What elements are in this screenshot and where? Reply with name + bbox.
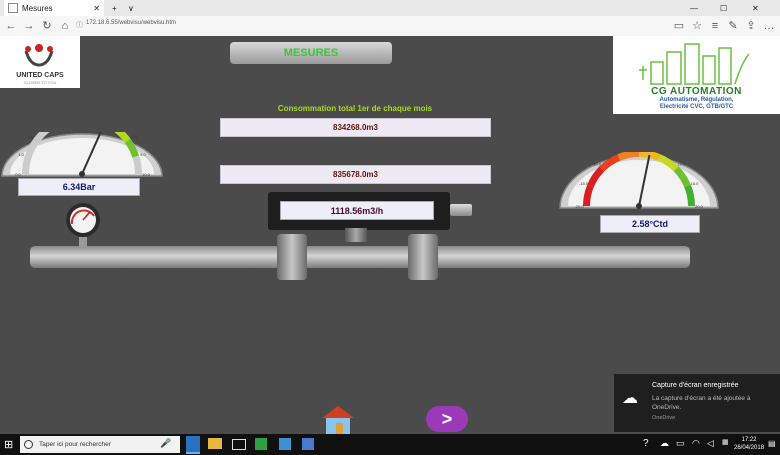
page-title: MESURES: [230, 42, 392, 64]
home-button-icon[interactable]: [318, 404, 358, 434]
pressure-gauge: 0.01.02.03.04.05.06.07.08.09.010.0: [1, 132, 163, 177]
share-icon[interactable]: ⇪: [744, 19, 758, 33]
app-icon[interactable]: [302, 438, 314, 450]
notes-icon[interactable]: ✎: [726, 19, 740, 33]
home-icon[interactable]: ⌂: [58, 19, 72, 33]
gauge-tick-label: 5.0: [659, 152, 665, 154]
taskbar-clock[interactable]: 17:22 26/04/2018: [734, 436, 764, 452]
tab-mesures[interactable]: Mesures ✕: [4, 0, 104, 16]
right-logo-line1: Automatisme, Régulation,: [659, 97, 734, 103]
onedrive-tray-icon[interactable]: ☁: [660, 438, 669, 449]
microphone-icon[interactable]: 🎤: [160, 438, 171, 449]
gauge-tick-label: 10.0: [142, 172, 151, 177]
file-explorer-icon[interactable]: [208, 438, 222, 449]
consumption-label: Consommation total 1er de chaque mois: [277, 104, 433, 113]
gauge-tick-label: 9.0: [140, 152, 146, 157]
browser-tab-bar: Mesures ✕ + ∨ — ☐ ✕: [0, 0, 780, 16]
flow-meter-connector: [450, 204, 472, 216]
right-logo-name: CG AUTOMATION: [651, 86, 742, 97]
gauge-tick-label: 1.0: [18, 152, 24, 157]
mail-icon[interactable]: [232, 439, 246, 450]
flange-left: [277, 234, 307, 280]
volume-icon[interactable]: ◁: [707, 438, 714, 449]
notification-source: OneDrive: [652, 415, 676, 421]
close-button[interactable]: ✕: [752, 0, 759, 16]
next-page-button[interactable]: >: [426, 406, 468, 432]
notification-body: La capture d'écran a été ajoutée à OneDr…: [652, 395, 751, 411]
gauge-tick-label: 10.0: [678, 162, 687, 167]
taskbar-search-box[interactable]: Taper ici pour rechercher: [20, 436, 180, 453]
taskbar: ⊞ Taper ici pour rechercher 🎤 ? ☁ ▭ ◠ ◁ …: [0, 434, 780, 455]
temperature-value: 2.58°Ctd: [600, 215, 700, 233]
info-icon: ⓘ: [76, 22, 83, 29]
url-field[interactable]: 172.18.6.55/webvisu/webvisu.htm: [86, 20, 176, 26]
gauge-tick-label: 0.0: [15, 172, 21, 177]
clock-date: 26/04/2018: [734, 445, 765, 451]
cloud-icon: ☁: [622, 390, 638, 407]
gauge-tick-label: 20.0: [695, 204, 704, 209]
tab-title: Mesures: [22, 3, 53, 13]
pipe: [30, 246, 690, 268]
pressure-value: 6.34Bar: [18, 178, 140, 196]
more-icon[interactable]: …: [762, 19, 776, 33]
new-tab-button[interactable]: +: [112, 0, 117, 16]
search-placeholder: Taper ici pour rechercher: [39, 441, 111, 448]
minimize-button[interactable]: —: [690, 0, 698, 16]
flow-value: 1118.56m3/h: [280, 201, 434, 220]
gauge-tick-label: -15.0: [579, 181, 589, 186]
tab-close-icon[interactable]: ✕: [93, 4, 100, 13]
address-bar: ← → ↻ ⌂ ⓘ 172.18.6.55/webvisu/webvisu.ht…: [0, 16, 780, 37]
right-logo-line2: Electricité CVC, GTB/GTC: [659, 104, 734, 110]
keyboard-layout-icon[interactable]: ▦: [722, 438, 729, 446]
gauge-tick-label: 2.0: [27, 134, 33, 139]
temperature-gauge: -20.0-15.0-10.0-5.00.05.010.015.020.0: [559, 152, 719, 209]
gauge-tick-label: -5.0: [613, 152, 621, 154]
excel-icon[interactable]: [255, 438, 267, 450]
favorites-list-icon[interactable]: ≡: [708, 19, 722, 33]
battery-icon[interactable]: ▭: [676, 438, 685, 449]
back-icon[interactable]: ←: [4, 19, 18, 33]
clock-time: 17:22: [741, 437, 757, 443]
gauge-tick-label: 8.0: [131, 134, 137, 139]
gauge-tick-label: 15.0: [691, 181, 700, 186]
cg-automation-logo: CG AUTOMATION Automatisme, Régulation, E…: [613, 36, 780, 114]
tab-menu-icon[interactable]: ∨: [128, 0, 134, 16]
refresh-icon[interactable]: ↻: [40, 19, 54, 33]
left-logo-tagline: CLOSER TO YOU: [23, 80, 57, 85]
action-center-icon[interactable]: ▤: [768, 439, 776, 448]
flow-meter-neck: [345, 228, 367, 242]
help-icon[interactable]: ?: [643, 438, 649, 449]
favorite-icon[interactable]: ☆: [690, 19, 704, 33]
forward-icon[interactable]: →: [22, 19, 36, 33]
reading-view-icon[interactable]: ▭: [672, 19, 686, 33]
consumption-value-2: 835678.0m3: [220, 165, 491, 184]
search-icon: [24, 440, 33, 449]
outlook-icon[interactable]: [279, 438, 291, 450]
notification-title: Capture d'écran enregistrée: [652, 382, 739, 389]
maximize-button[interactable]: ☐: [720, 0, 727, 16]
wifi-icon[interactable]: ◠: [692, 438, 700, 449]
manometer-icon: [66, 203, 100, 247]
united-caps-logo: UNITED CAPS CLOSER TO YOU: [0, 36, 80, 88]
onedrive-notification[interactable]: ☁ Capture d'écran enregistrée La capture…: [614, 374, 780, 432]
windows-start-icon[interactable]: ⊞: [4, 438, 13, 451]
edge-taskbar-icon[interactable]: [186, 436, 200, 454]
flange-right: [408, 234, 438, 280]
united-caps-mark-icon: [24, 44, 54, 67]
gauge-tick-label: -20.0: [574, 204, 584, 209]
page-icon: [8, 3, 18, 13]
gauge-tick-label: -10.0: [592, 162, 602, 167]
consumption-value-1: 834268.0m3: [220, 118, 491, 137]
left-logo-text: UNITED CAPS: [16, 72, 64, 79]
city-skyline-icon: [639, 43, 750, 85]
